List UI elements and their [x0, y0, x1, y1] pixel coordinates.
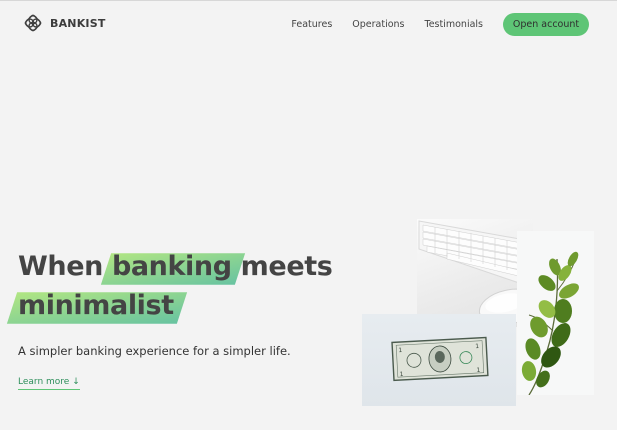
logo-text: BANKIST: [50, 16, 106, 30]
dollar-bill-photo: 1 1 1 1: [362, 314, 516, 406]
svg-text:1: 1: [476, 367, 480, 374]
top-nav: BANKIST Features Operations Testimonials…: [0, 1, 617, 47]
logo[interactable]: BANKIST: [22, 11, 106, 35]
hero-highlight-banking: banking: [111, 251, 232, 282]
hero-title: When banking meets minimalist: [18, 247, 333, 325]
nav-link-features[interactable]: Features: [291, 14, 332, 36]
hero-title-line-2: minimalist: [18, 286, 332, 325]
svg-text:1: 1: [398, 347, 402, 354]
hero-title-text-1: When: [18, 251, 112, 282]
hero-subtitle: A simpler banking experience for a simpl…: [18, 344, 291, 358]
hero-highlight-minimalist: minimalist: [18, 290, 174, 321]
bankist-logo-icon: [24, 14, 42, 32]
hero-image-collage: 1 1 1 1: [362, 219, 594, 407]
learn-more-link[interactable]: Learn more ↓: [18, 377, 80, 390]
hero-title-line-1: When banking meets: [18, 247, 333, 286]
keyboard-mouse-photo: [417, 219, 533, 327]
hero-title-text-2: meets: [231, 251, 333, 282]
plant-photo: [517, 231, 594, 395]
nav-link-operations[interactable]: Operations: [352, 14, 404, 36]
svg-text:1: 1: [400, 371, 404, 378]
nav-links: Features Operations Testimonials Open ac…: [291, 13, 589, 36]
open-account-button[interactable]: Open account: [503, 13, 589, 36]
svg-text:1: 1: [475, 343, 479, 350]
nav-link-testimonials[interactable]: Testimonials: [425, 14, 483, 36]
